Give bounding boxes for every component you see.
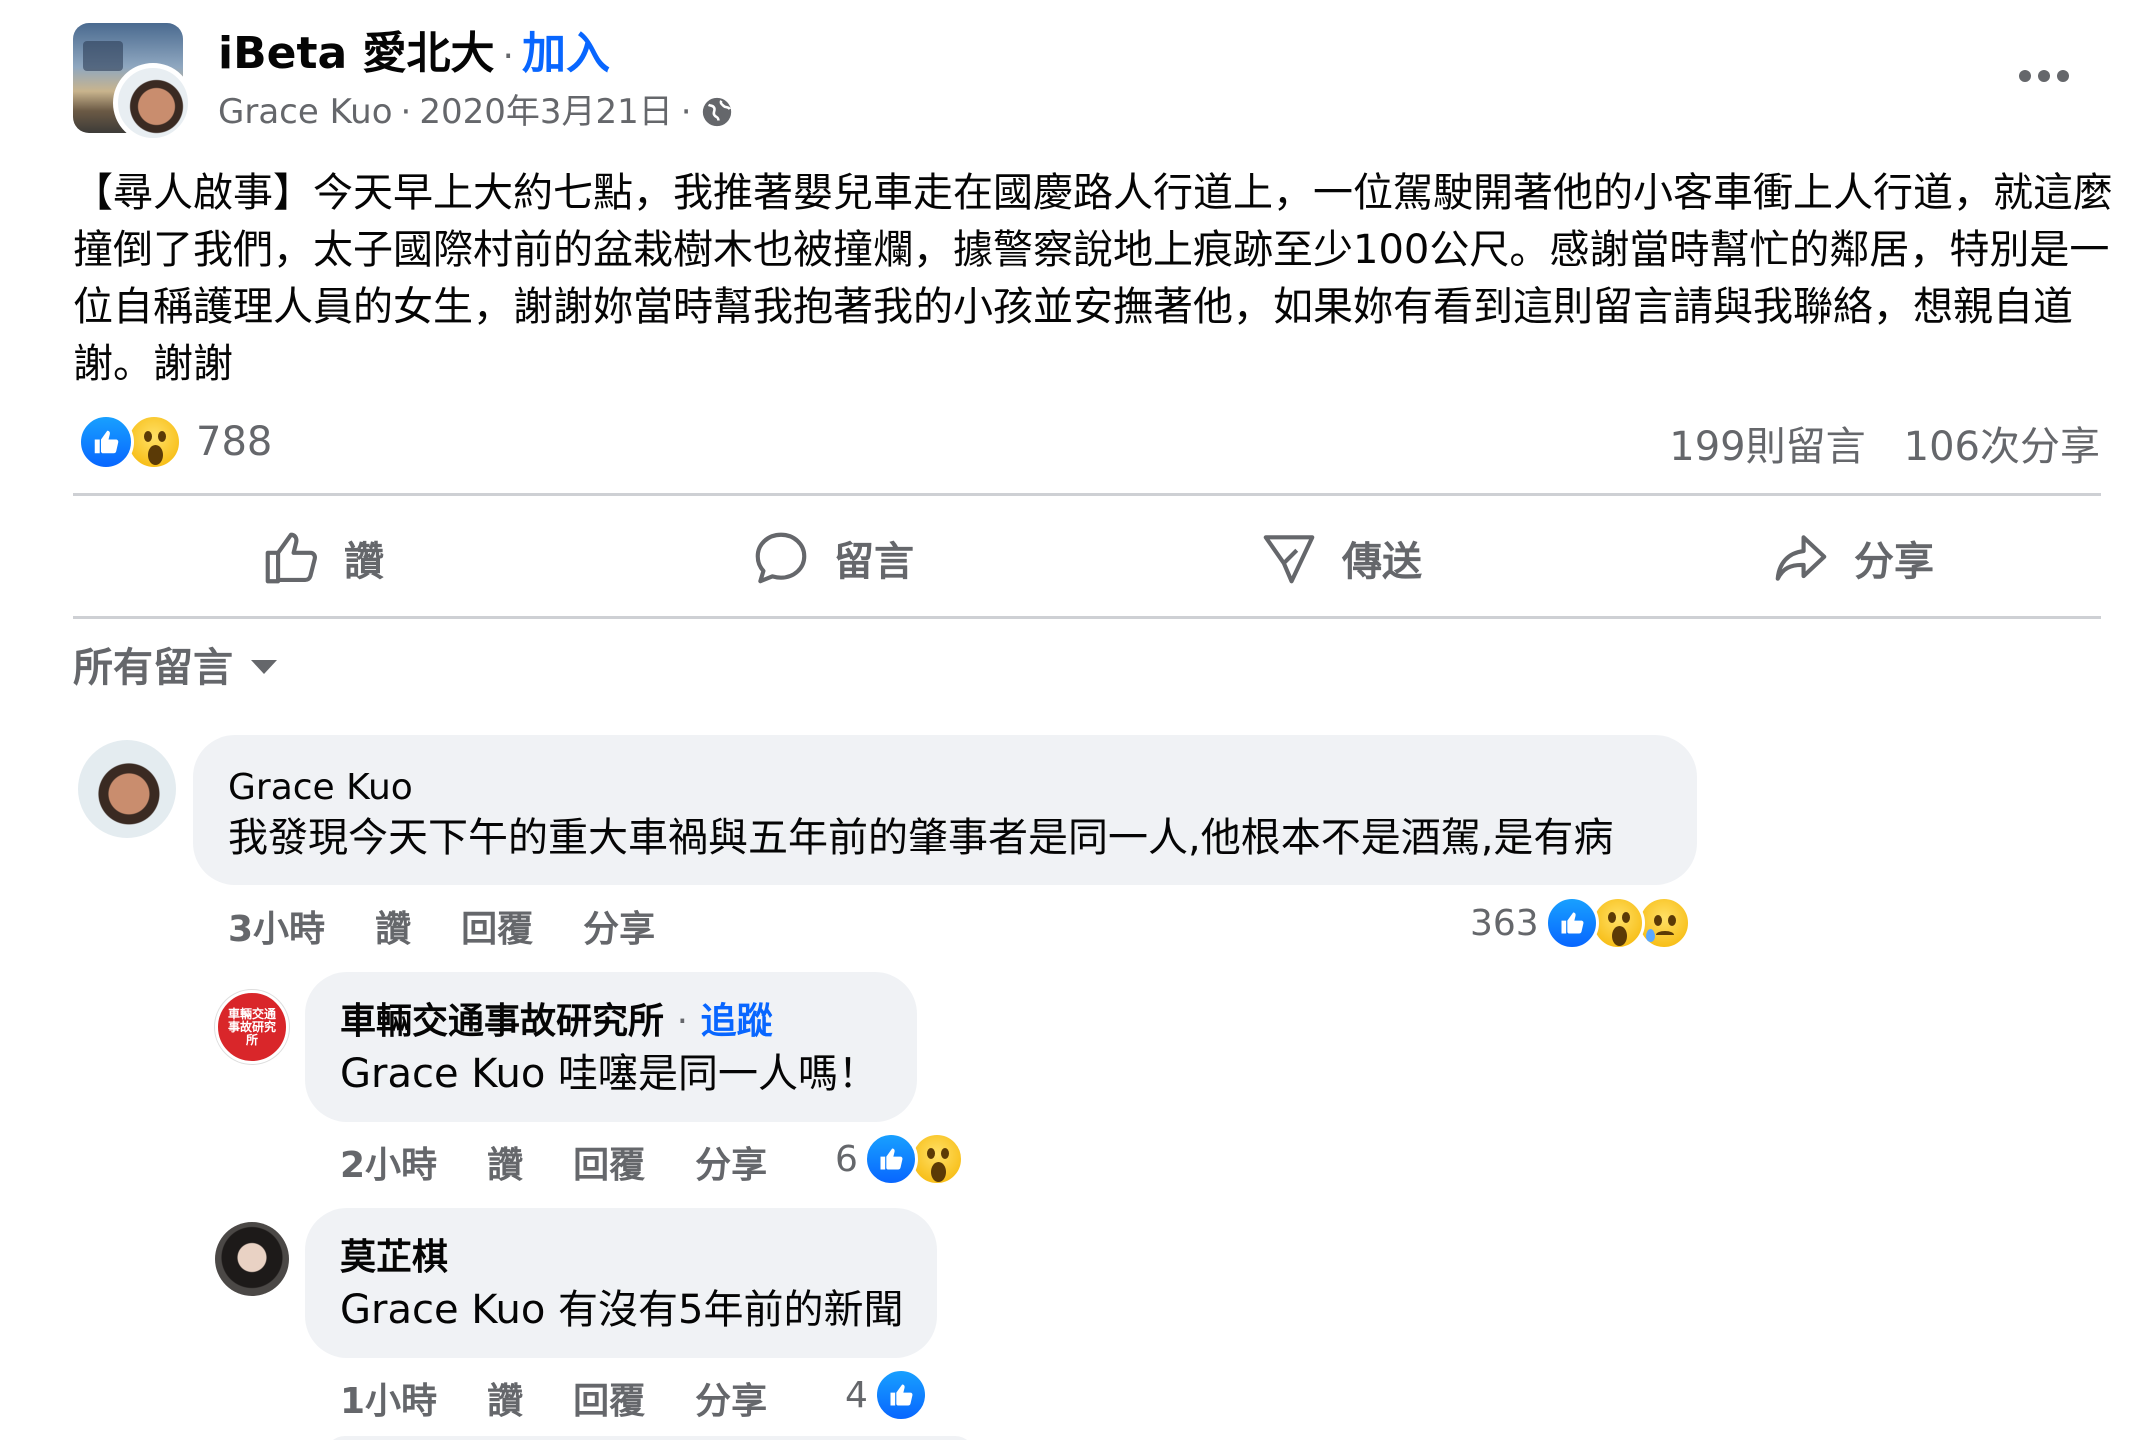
avatar[interactable] (215, 1222, 289, 1296)
post-reactions-summary[interactable]: 788 (78, 412, 272, 472)
comment-author[interactable]: 莫芷棋 (340, 1236, 448, 1280)
author-name-link[interactable]: Grace Kuo (218, 90, 393, 134)
comment-share-button[interactable]: 分享 (695, 1136, 767, 1188)
send-button[interactable]: 傳送 (1258, 522, 1422, 594)
comment-time[interactable]: 1小時 (340, 1372, 437, 1424)
comment-text: 我發現今天下午的重大車禍與五年前的肇事者是同一人,他根本不是酒駕,是有病 (228, 815, 1614, 861)
divider (73, 493, 2101, 496)
like-icon (265, 532, 317, 584)
comment-actions: 2小時 讚 回覆 分享 (340, 1136, 767, 1188)
like-reaction-icon (863, 1132, 918, 1186)
comment-time[interactable]: 2小時 (340, 1136, 437, 1188)
avatar-logo-text: 車輛交通事故研究所 (227, 1006, 276, 1047)
comment-reply-button[interactable]: 回覆 (573, 1136, 645, 1188)
comment-label: 留言 (834, 539, 914, 585)
author-avatar[interactable] (113, 63, 193, 143)
comment-text: Grace Kuo 有沒有5年前的新聞 (340, 1287, 904, 1333)
like-reaction-icon (873, 1368, 928, 1422)
comment-reply-button[interactable]: 回覆 (573, 1372, 645, 1424)
comment-author-line: 車輛交通事故研究所 · 追蹤 (340, 1000, 773, 1044)
like-reaction-icon (1544, 896, 1599, 950)
comment-icon (755, 532, 807, 584)
caret-down-icon (251, 660, 277, 674)
comment-share-button[interactable]: 分享 (695, 1372, 767, 1424)
sad-reaction-icon (1636, 896, 1691, 950)
post-date-link[interactable]: 2020年3月21日 (419, 90, 672, 134)
comment-like-button[interactable]: 讚 (487, 1136, 523, 1188)
group-name-link[interactable]: iBeta 愛北大 (218, 28, 495, 79)
share-count-link[interactable]: 106次分享 (1904, 414, 2100, 472)
comment-like-button[interactable]: 讚 (375, 900, 411, 952)
comment-filter-dropdown[interactable]: 所有留言 (73, 635, 277, 693)
separator-dot: · (400, 92, 412, 132)
separator-dot: · (676, 1001, 689, 1042)
comment-count-link[interactable]: 199則留言 (1669, 414, 1865, 472)
follow-button[interactable]: 追蹤 (701, 1001, 773, 1042)
post-body: 【尋人啟事】今天早上大約七點，我推著嬰兒車走在國慶路人行道上，一位駕駛開著他的小… (73, 170, 2113, 387)
like-label: 讚 (344, 539, 384, 585)
comment-time[interactable]: 3小時 (228, 900, 325, 952)
comment-reaction-count: 6 (835, 1138, 858, 1180)
separator-dot: · (502, 36, 514, 77)
comment-author[interactable]: 車輛交通事故研究所 (340, 1001, 664, 1042)
engagement-counts: 199則留言 106次分享 (1669, 414, 2100, 472)
comment-actions: 3小時 讚 回覆 分享 (228, 900, 655, 952)
join-group-button[interactable]: 加入 (522, 28, 610, 79)
comment-reply-button[interactable]: 回覆 (461, 900, 533, 952)
comment-actions: 1小時 讚 回覆 分享 (340, 1372, 767, 1424)
more-options-button[interactable] (2012, 58, 2076, 94)
comment-reactions[interactable]: 363 (1470, 896, 1691, 950)
globe-icon (702, 97, 731, 127)
comment-share-button[interactable]: 分享 (583, 900, 655, 952)
comment-reaction-count: 363 (1470, 902, 1539, 944)
reaction-count: 788 (196, 419, 273, 465)
comment-bubble (325, 1436, 975, 1440)
separator-dot: · (680, 92, 692, 132)
wow-reaction-icon (1590, 896, 1645, 950)
more-icon (2019, 70, 2031, 82)
comment-author[interactable]: Grace Kuo (228, 766, 413, 810)
divider (73, 616, 2101, 619)
avatar[interactable] (78, 740, 176, 838)
comment-like-button[interactable]: 讚 (487, 1372, 523, 1424)
comment-button[interactable]: 留言 (750, 522, 914, 594)
share-button[interactable]: 分享 (1770, 522, 1934, 594)
like-reaction-icon (78, 414, 134, 470)
comment-filter-label: 所有留言 (73, 645, 233, 691)
comment-reactions[interactable]: 6 (835, 1132, 964, 1186)
wow-reaction-icon (126, 414, 182, 470)
share-icon (1775, 535, 1827, 581)
avatar[interactable]: 車輛交通事故研究所 (215, 990, 289, 1064)
like-button[interactable]: 讚 (260, 522, 384, 594)
post-header-title: iBeta 愛北大 · 加入 (218, 28, 610, 83)
comment-reaction-count: 4 (845, 1374, 868, 1416)
comment-reactions[interactable]: 4 (845, 1368, 928, 1422)
wow-reaction-icon (909, 1132, 964, 1186)
send-icon (1263, 535, 1315, 584)
send-label: 傳送 (1342, 539, 1422, 585)
post-meta: Grace Kuo · 2020年3月21日 · (218, 90, 734, 134)
comment-text: Grace Kuo 哇噻是同一人嗎！ (340, 1051, 879, 1097)
share-label: 分享 (1854, 539, 1934, 585)
